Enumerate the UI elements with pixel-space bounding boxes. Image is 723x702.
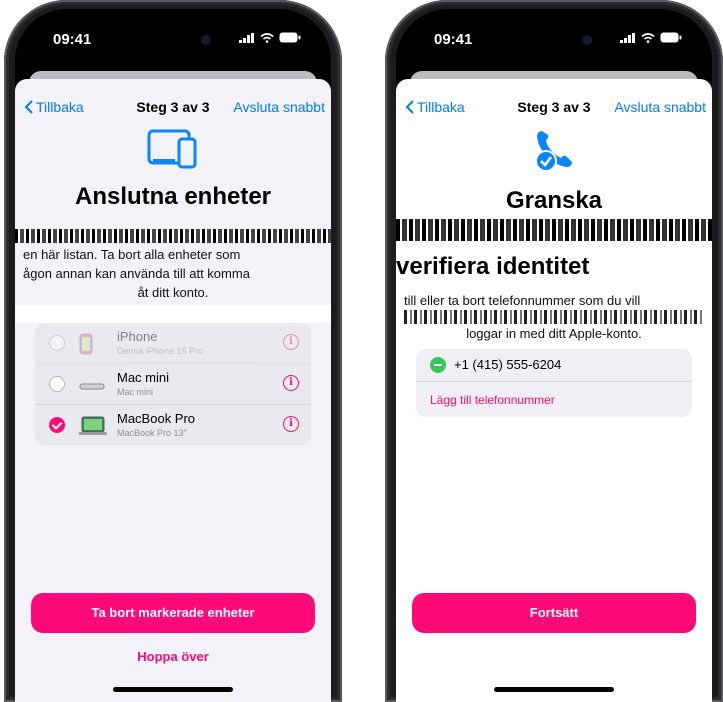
dynamic-island (498, 25, 610, 55)
wifi-icon (641, 32, 655, 43)
right-phone: 09:41 Tillbaka Steg 3 av 3 Avsluta snabb… (385, 0, 723, 702)
continue-button[interactable]: Fortsätt (412, 593, 696, 633)
select-radio[interactable] (49, 335, 65, 351)
modal-sheet: Tillbaka Steg 3 av 3 Avsluta snabbt Gran… (396, 79, 712, 702)
camera-icon (201, 35, 211, 45)
status-time: 09:41 (53, 31, 92, 48)
macbook-icon (79, 416, 107, 435)
page-title: Anslutna enheter (74, 183, 272, 210)
remove-selected-button[interactable]: Ta bort markerade enheter (31, 593, 315, 633)
battery-icon (279, 32, 301, 43)
devices-icon (145, 127, 201, 176)
wifi-icon (260, 32, 274, 43)
list-item[interactable]: Mac mini Mac mini i (35, 364, 311, 405)
device-subtitle: Mac mini (117, 387, 154, 397)
info-icon[interactable]: i (283, 375, 299, 391)
skip-link[interactable]: Hoppa över (15, 649, 331, 664)
status-icons (239, 32, 301, 43)
phone-number-list: +1 (415) 555-6204 Lägg till telefonnumme… (416, 349, 692, 417)
description-text: till eller ta bort telefonnummer som du … (404, 291, 704, 343)
glitch-block (15, 305, 331, 323)
glitch-band (396, 219, 712, 241)
phone-check-icon (532, 127, 576, 178)
phone-screen: 09:41 Tillbaka Steg 3 av 3 Avsluta snabb… (15, 9, 331, 702)
nav-bar: Tillbaka Steg 3 av 3 Avsluta snabbt (396, 95, 712, 119)
home-indicator (494, 687, 614, 692)
phone-screen: 09:41 Tillbaka Steg 3 av 3 Avsluta snabb… (396, 9, 712, 702)
select-radio-checked[interactable] (49, 417, 65, 433)
list-item[interactable]: MacBook Pro MacBook Pro 13" i (35, 405, 311, 445)
phone-number-row[interactable]: +1 (415) 555-6204 (416, 349, 692, 382)
dynamic-island (117, 25, 229, 55)
camera-icon (582, 35, 592, 45)
device-list: iPhone Denna iPhone 15 Pro i Mac mini Ma… (35, 323, 311, 445)
status-bar: 09:41 (396, 9, 712, 65)
device-name: iPhone (117, 329, 158, 344)
signal-icon (620, 32, 635, 43)
add-phone-number-link[interactable]: Lägg till telefonnummer (430, 393, 555, 407)
mac-mini-icon (79, 383, 105, 390)
select-radio[interactable] (49, 376, 65, 392)
status-time: 09:41 (434, 31, 473, 48)
device-subtitle: Denna iPhone 15 Pro (117, 346, 204, 356)
battery-icon (660, 32, 682, 43)
modal-sheet: Tillbaka Steg 3 av 3 Avsluta snabbt Ansl… (15, 79, 331, 702)
home-indicator (113, 687, 233, 692)
glitch-line (404, 310, 704, 324)
phone-number: +1 (415) 555-6204 (454, 357, 562, 372)
iphone-icon (79, 333, 93, 355)
quick-exit-button[interactable]: Avsluta snabbt (233, 99, 325, 115)
glitch-band (15, 229, 331, 243)
list-item[interactable]: iPhone Denna iPhone 15 Pro i (35, 323, 311, 364)
info-icon[interactable]: i (283, 416, 299, 432)
status-bar: 09:41 (15, 9, 331, 65)
device-name: MacBook Pro (117, 411, 196, 426)
description-text: en här listan. Ta bort alla enheter som … (23, 247, 250, 300)
nav-bar: Tillbaka Steg 3 av 3 Avsluta snabbt (15, 95, 331, 119)
page-title: Granska (505, 187, 603, 214)
device-subtitle: MacBook Pro 13" (117, 428, 187, 438)
status-icons (620, 32, 682, 43)
info-icon[interactable]: i (283, 334, 299, 350)
signal-icon (239, 32, 254, 43)
page-title-line3: verifiera identitet (396, 253, 590, 280)
device-name: Mac mini (117, 370, 170, 385)
quick-exit-button[interactable]: Avsluta snabbt (614, 99, 706, 115)
remove-number-icon[interactable] (430, 357, 446, 373)
left-phone: 09:41 Tillbaka Steg 3 av 3 Avsluta snabb… (4, 0, 342, 702)
